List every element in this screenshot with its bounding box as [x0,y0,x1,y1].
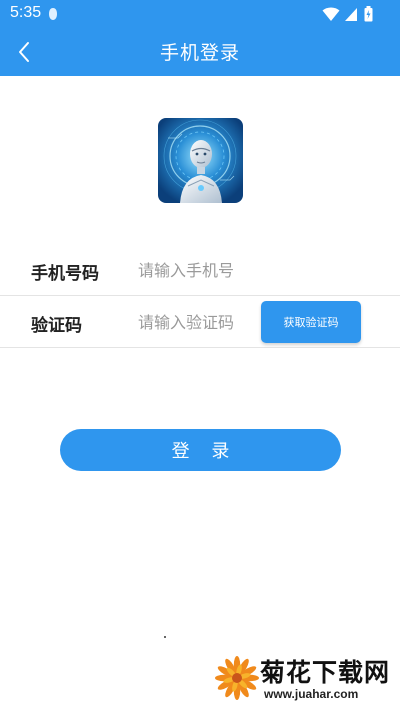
robot-icon [158,118,243,203]
phone-row: 手机号码 [0,245,400,296]
login-button[interactable]: 登 录 [60,429,341,471]
app-logo [158,118,243,203]
phone-input[interactable] [132,257,257,283]
get-code-button[interactable]: 获取验证码 [261,301,361,343]
status-bar: 5:35 [0,0,400,28]
page-title: 手机登录 [159,42,240,64]
notification-icon [49,8,57,20]
battery-icon [364,6,373,22]
code-row: 验证码 获取验证码 [0,297,400,348]
status-time: 5:35 [10,4,42,21]
signal-icon [345,8,357,21]
app-header: 5:35 手机登录 [0,0,400,76]
phone-label: 手机号码 [31,264,99,284]
code-input[interactable] [132,309,257,335]
dot-mark [164,636,166,638]
watermark-name: 菊花下载网 [260,658,391,687]
wifi-icon [322,7,340,21]
code-label: 验证码 [31,316,82,336]
watermark-url: www.juahar.com [264,687,359,701]
watermark: 菊花下载网 www.juahar.com [214,653,392,705]
flower-logo-icon [215,656,259,700]
